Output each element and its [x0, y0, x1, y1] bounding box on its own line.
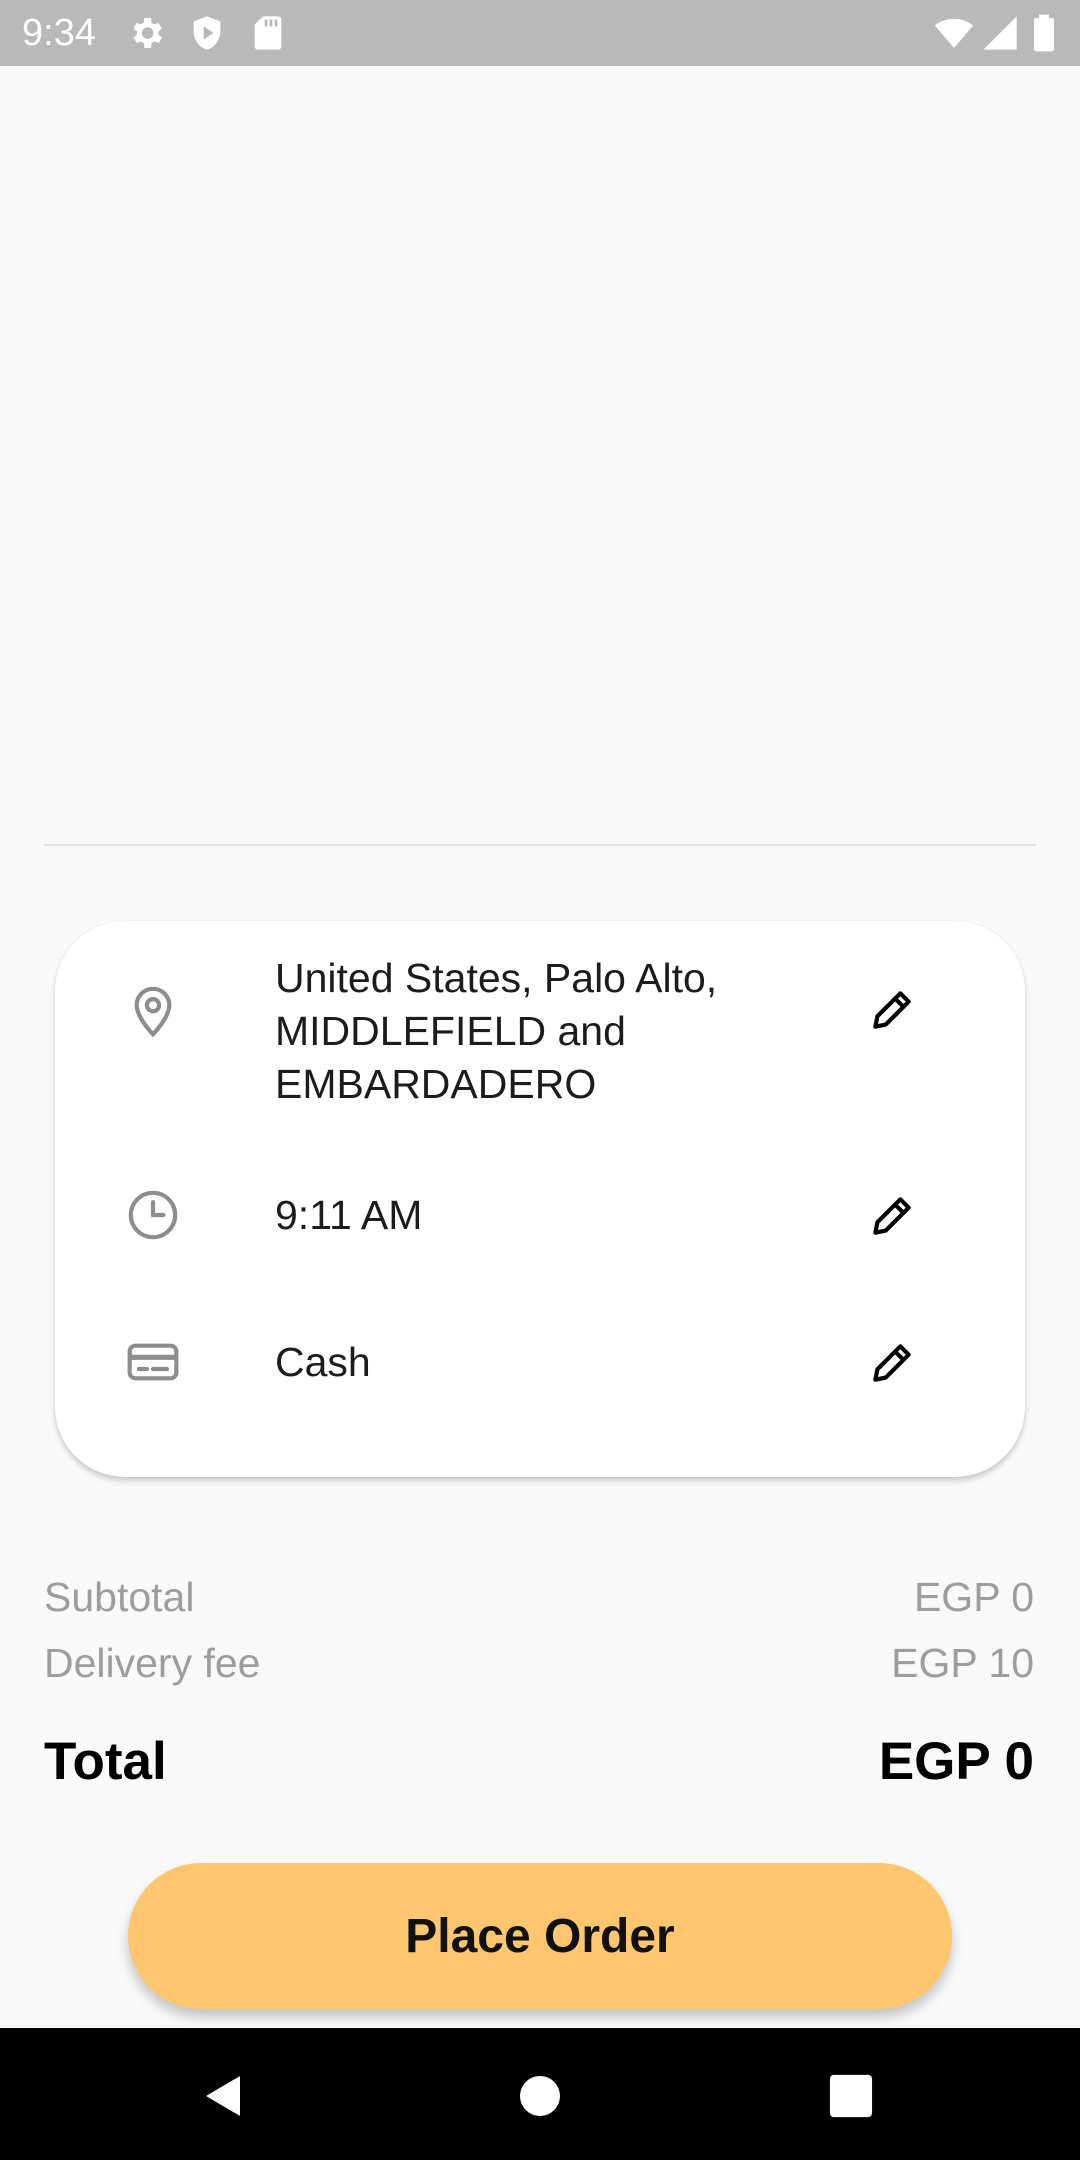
edit-payment-button[interactable]	[860, 1331, 924, 1395]
place-order-button[interactable]: Place Order	[128, 1863, 952, 2009]
delivery-fee-value: EGP 10	[891, 1640, 1034, 1686]
sd-card-icon	[254, 16, 282, 50]
address-text: United States, Palo Alto, MIDDLEFIELD an…	[275, 952, 815, 1111]
back-icon[interactable]	[200, 2072, 248, 2120]
pencil-icon	[873, 1344, 911, 1382]
wifi-icon	[934, 18, 974, 48]
payment-method-row: Cash	[55, 1281, 1025, 1441]
battery-icon	[1034, 14, 1054, 52]
total-value: EGP 0	[878, 1732, 1034, 1791]
navigation-bar	[0, 2028, 1080, 2160]
delivery-fee-label: Delivery fee	[44, 1640, 261, 1686]
subtotal-value: EGP 0	[913, 1574, 1034, 1620]
subtotal-label: Subtotal	[44, 1574, 195, 1620]
recents-icon[interactable]	[828, 2073, 874, 2119]
pencil-icon	[873, 991, 911, 1029]
edit-time-button[interactable]	[860, 1184, 924, 1248]
order-details-card: United States, Palo Alto, MIDDLEFIELD an…	[55, 921, 1025, 1477]
cell-signal-icon	[983, 16, 1017, 50]
delivery-time-row: 9:11 AM	[55, 1121, 1025, 1281]
clock-icon	[128, 1190, 178, 1240]
address-row: United States, Palo Alto, MIDDLEFIELD an…	[55, 921, 1025, 1121]
shield-play-icon	[193, 16, 221, 50]
section-divider	[44, 844, 1036, 846]
delivery-time-text: 9:11 AM	[275, 1192, 423, 1238]
status-time: 9:34	[22, 12, 96, 54]
credit-card-icon	[127, 1343, 179, 1381]
payment-method-text: Cash	[275, 1339, 371, 1385]
status-bar: 9:34	[0, 0, 1080, 66]
gear-icon	[133, 18, 162, 48]
address-line: EMBARDADERO	[275, 1061, 597, 1107]
address-line: MIDDLEFIELD and	[275, 1008, 626, 1054]
pencil-icon	[873, 1197, 911, 1235]
total-label: Total	[44, 1732, 167, 1791]
home-icon[interactable]	[516, 2072, 564, 2120]
edit-address-button[interactable]	[860, 978, 924, 1042]
address-line: United States, Palo Alto,	[275, 955, 718, 1001]
location-pin-icon	[134, 986, 172, 1038]
